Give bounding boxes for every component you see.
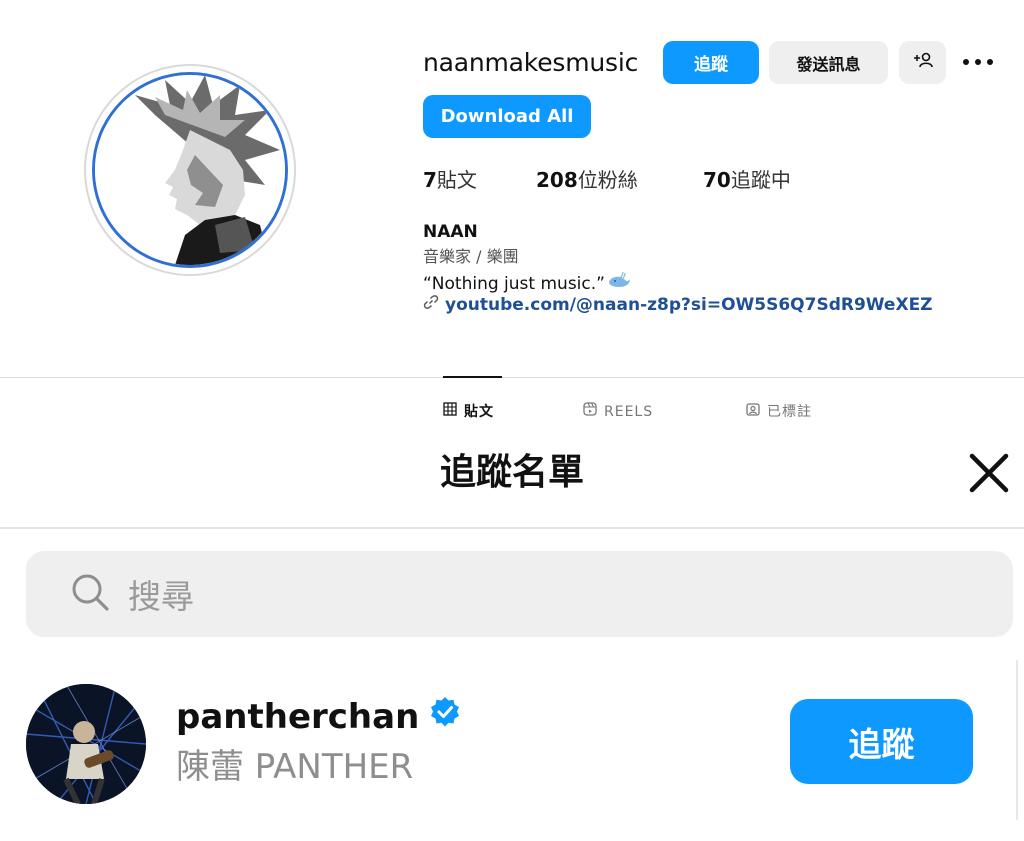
download-all-button[interactable]: Download All xyxy=(423,95,591,138)
result-avatar[interactable] xyxy=(26,684,146,804)
reels-icon xyxy=(583,401,597,423)
verified-badge-icon xyxy=(429,693,461,741)
followers-stat[interactable]: 208位粉絲 xyxy=(536,165,638,195)
list-scrollbar[interactable] xyxy=(1016,660,1018,820)
tabs-divider xyxy=(0,377,1024,378)
tab-reels[interactable]: REELS xyxy=(583,401,653,423)
profile-avatar-image xyxy=(92,72,288,268)
search-placeholder: 搜尋 xyxy=(128,577,194,616)
tab-reels-label: REELS xyxy=(604,404,654,420)
profile-category: 音樂家 / 樂團 xyxy=(423,247,519,266)
profile-avatar[interactable] xyxy=(84,64,296,276)
posts-count: 7 xyxy=(423,168,437,192)
tab-tagged[interactable]: 已標註 xyxy=(746,401,812,423)
tagged-icon xyxy=(746,401,760,423)
tab-tagged-label: 已標註 xyxy=(767,404,812,420)
link-icon xyxy=(423,293,439,317)
following-count: 70 xyxy=(703,168,731,192)
add-user-icon xyxy=(912,51,934,74)
bio-text: “Nothing just music.” xyxy=(423,273,605,294)
result-handle[interactable]: pantherchan xyxy=(176,693,461,741)
more-options-icon[interactable] xyxy=(958,50,998,74)
search-input[interactable]: 搜尋 xyxy=(26,551,1013,637)
posts-stat: 7貼文 xyxy=(423,165,477,195)
followers-count: 208 xyxy=(536,168,578,192)
posts-label: 貼文 xyxy=(436,168,477,192)
tab-posts-label: 貼文 xyxy=(464,404,494,420)
modal-divider xyxy=(0,527,1024,529)
following-label: 追蹤中 xyxy=(730,168,791,192)
profile-username: naanmakesmusic xyxy=(423,48,639,77)
search-icon xyxy=(70,572,110,616)
close-icon[interactable] xyxy=(964,448,1014,498)
followers-label: 位粉絲 xyxy=(577,168,638,192)
tab-posts[interactable]: 貼文 xyxy=(443,401,494,423)
link-text[interactable]: youtube.com/@naan-z8p?si=OW5S6Q7SdR9WeXE… xyxy=(445,293,933,317)
send-message-button[interactable]: 發送訊息 xyxy=(769,41,888,84)
grid-icon xyxy=(443,401,457,423)
follow-button[interactable]: 追蹤 xyxy=(663,41,759,84)
result-full-name: 陳蕾 PANTHER xyxy=(176,747,414,787)
following-stat[interactable]: 70追蹤中 xyxy=(703,165,791,195)
profile-name: NAAN xyxy=(423,222,478,242)
modal-title: 追蹤名單 xyxy=(439,452,584,493)
active-tab-indicator xyxy=(443,376,502,378)
result-handle-text: pantherchan xyxy=(176,697,420,737)
add-user-button[interactable] xyxy=(899,41,946,84)
profile-link[interactable]: youtube.com/@naan-z8p?si=OW5S6Q7SdR9WeXE… xyxy=(423,293,933,317)
result-follow-button[interactable]: 追蹤 xyxy=(790,699,973,784)
